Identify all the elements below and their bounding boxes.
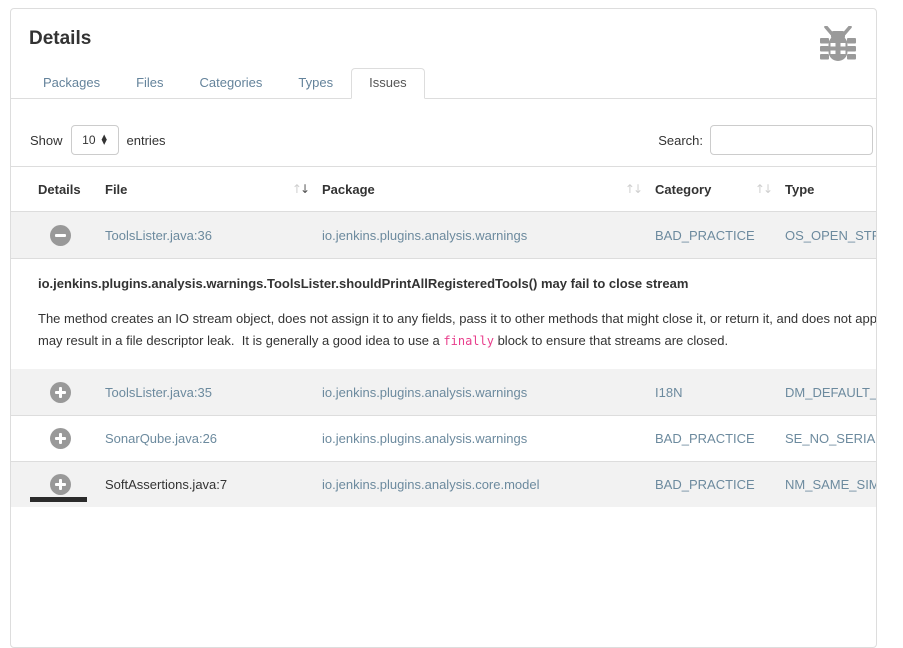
file-link[interactable]: ToolsLister.java:36 — [105, 228, 212, 243]
bug-icon — [817, 26, 859, 68]
type-cell: DM_DEFAULT_ENCODING — [785, 385, 876, 400]
search-control: Search: — [658, 125, 873, 155]
expand-row-icon[interactable] — [50, 428, 71, 449]
description-line: The method creates an IO stream object, … — [38, 308, 876, 330]
column-header-type: Type — [785, 182, 876, 197]
tab-categories[interactable]: Categories — [182, 68, 281, 98]
category-cell: I18N — [655, 385, 785, 400]
column-header-category[interactable]: Category↑↓ — [655, 182, 785, 197]
search-label: Search: — [658, 133, 703, 148]
expand-row-icon[interactable] — [50, 382, 71, 403]
file-link[interactable]: SonarQube.java:26 — [105, 431, 217, 446]
package-cell: io.jenkins.plugins.analysis.core.model — [322, 477, 655, 492]
sort-icon: ↑↓ — [292, 182, 308, 196]
show-label: Show — [30, 133, 63, 148]
details-card: Details Packages Files Categories — [10, 8, 877, 648]
table-row: SonarQube.java:26 io.jenkins.plugins.ana… — [11, 415, 876, 461]
entries-label: entries — [127, 133, 166, 148]
tab-bar: Packages Files Categories Types Issues — [11, 68, 876, 99]
column-header-details: Details — [11, 182, 105, 197]
issues-table: Details File↑↓ Package↑↓ Category↑↓ Type… — [11, 166, 876, 507]
page-length-control: Show 10 ▲▼ entries — [30, 125, 166, 155]
table-controls: Show 10 ▲▼ entries Search: — [11, 125, 876, 155]
tab-files[interactable]: Files — [118, 68, 181, 98]
page-title: Details — [29, 27, 858, 51]
page-size-value: 10 — [82, 133, 95, 147]
table-row: SoftAssertions.java:7 io.jenkins.plugins… — [11, 461, 876, 507]
type-cell: SE_NO_SERIALVERSIONID — [785, 431, 876, 446]
description-line: may result in a file descriptor leak. It… — [38, 330, 876, 352]
issue-detail-title: io.jenkins.plugins.analysis.warnings.Too… — [38, 276, 876, 292]
tab-types[interactable]: Types — [280, 68, 351, 98]
sort-icon: ↑↓ — [755, 182, 771, 196]
page-size-select[interactable]: 10 ▲▼ — [71, 125, 119, 155]
select-arrows-icon: ▲▼ — [102, 135, 107, 145]
file-link[interactable]: ToolsLister.java:35 — [105, 385, 212, 400]
search-input[interactable] — [710, 125, 873, 155]
expand-row-icon[interactable] — [50, 474, 71, 495]
tab-packages[interactable]: Packages — [25, 68, 118, 98]
table-row: ToolsLister.java:36 io.jenkins.plugins.a… — [11, 212, 876, 258]
collapse-row-icon[interactable] — [50, 225, 71, 246]
package-cell: io.jenkins.plugins.analysis.warnings — [322, 385, 655, 400]
type-cell: NM_SAME_SIMPLE_NAME_AS_SUPERCLASS — [785, 477, 876, 492]
package-cell: io.jenkins.plugins.analysis.warnings — [322, 228, 655, 243]
column-header-package[interactable]: Package↑↓ — [322, 182, 655, 197]
table-header-row: Details File↑↓ Package↑↓ Category↑↓ Type — [11, 167, 876, 212]
category-cell: BAD_PRACTICE — [655, 431, 785, 446]
inline-code: finally — [443, 334, 494, 348]
link-preview-statusbar — [30, 497, 87, 502]
table-row: ToolsLister.java:35 io.jenkins.plugins.a… — [11, 369, 876, 415]
category-cell: BAD_PRACTICE — [655, 228, 785, 243]
column-header-file[interactable]: File↑↓ — [105, 182, 322, 197]
file-link[interactable]: SoftAssertions.java:7 — [105, 477, 227, 492]
type-cell: OS_OPEN_STREAM — [785, 228, 876, 243]
issue-detail-panel: io.jenkins.plugins.analysis.warnings.Too… — [11, 258, 876, 369]
sort-icon: ↑↓ — [625, 182, 641, 196]
issue-detail-description: The method creates an IO stream object, … — [38, 308, 876, 352]
tab-issues[interactable]: Issues — [351, 68, 425, 99]
package-cell: io.jenkins.plugins.analysis.warnings — [322, 431, 655, 446]
issues-table-viewport: Details File↑↓ Package↑↓ Category↑↓ Type… — [11, 166, 876, 507]
category-cell: BAD_PRACTICE — [655, 477, 785, 492]
